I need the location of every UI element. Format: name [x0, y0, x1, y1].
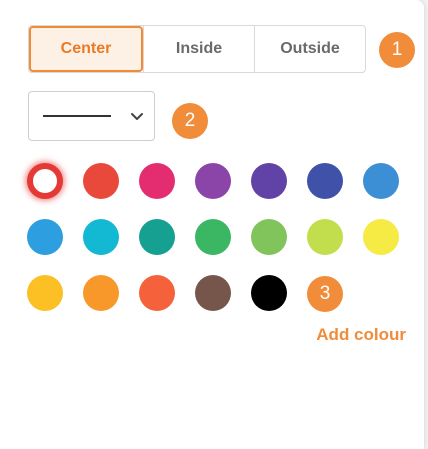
color-swatch[interactable] — [251, 219, 287, 255]
color-swatch[interactable] — [195, 275, 231, 311]
stroke-settings-panel: Center Inside Outside 1 2 3 Add colour — [0, 0, 424, 449]
color-swatch[interactable] — [27, 163, 63, 199]
color-swatch[interactable] — [83, 163, 119, 199]
placement-center-button[interactable]: Center — [29, 26, 143, 72]
color-swatch[interactable] — [251, 163, 287, 199]
color-swatch[interactable] — [27, 219, 63, 255]
color-swatch[interactable] — [195, 163, 231, 199]
step-badge-2: 2 — [172, 103, 208, 139]
color-swatch[interactable] — [27, 275, 63, 311]
color-swatch[interactable] — [83, 219, 119, 255]
color-swatch[interactable] — [195, 219, 231, 255]
color-swatch[interactable] — [307, 219, 343, 255]
placement-outside-button[interactable]: Outside — [254, 26, 365, 72]
color-swatch[interactable] — [139, 275, 175, 311]
step-badge-1: 1 — [379, 32, 415, 68]
color-swatch[interactable] — [307, 163, 343, 199]
chevron-down-icon — [131, 113, 143, 120]
color-swatch[interactable] — [83, 275, 119, 311]
color-swatch[interactable] — [139, 163, 175, 199]
solid-line-preview — [43, 115, 111, 117]
color-swatch[interactable] — [363, 163, 399, 199]
line-style-dropdown[interactable] — [28, 91, 155, 141]
stroke-placement-control: Center Inside Outside — [28, 25, 366, 73]
color-swatch[interactable] — [251, 275, 287, 311]
placement-inside-button[interactable]: Inside — [143, 26, 254, 72]
add-colour-link[interactable]: Add colour — [316, 325, 406, 345]
step-badge-3: 3 — [307, 276, 343, 312]
color-swatch[interactable] — [363, 219, 399, 255]
color-swatch[interactable] — [139, 219, 175, 255]
